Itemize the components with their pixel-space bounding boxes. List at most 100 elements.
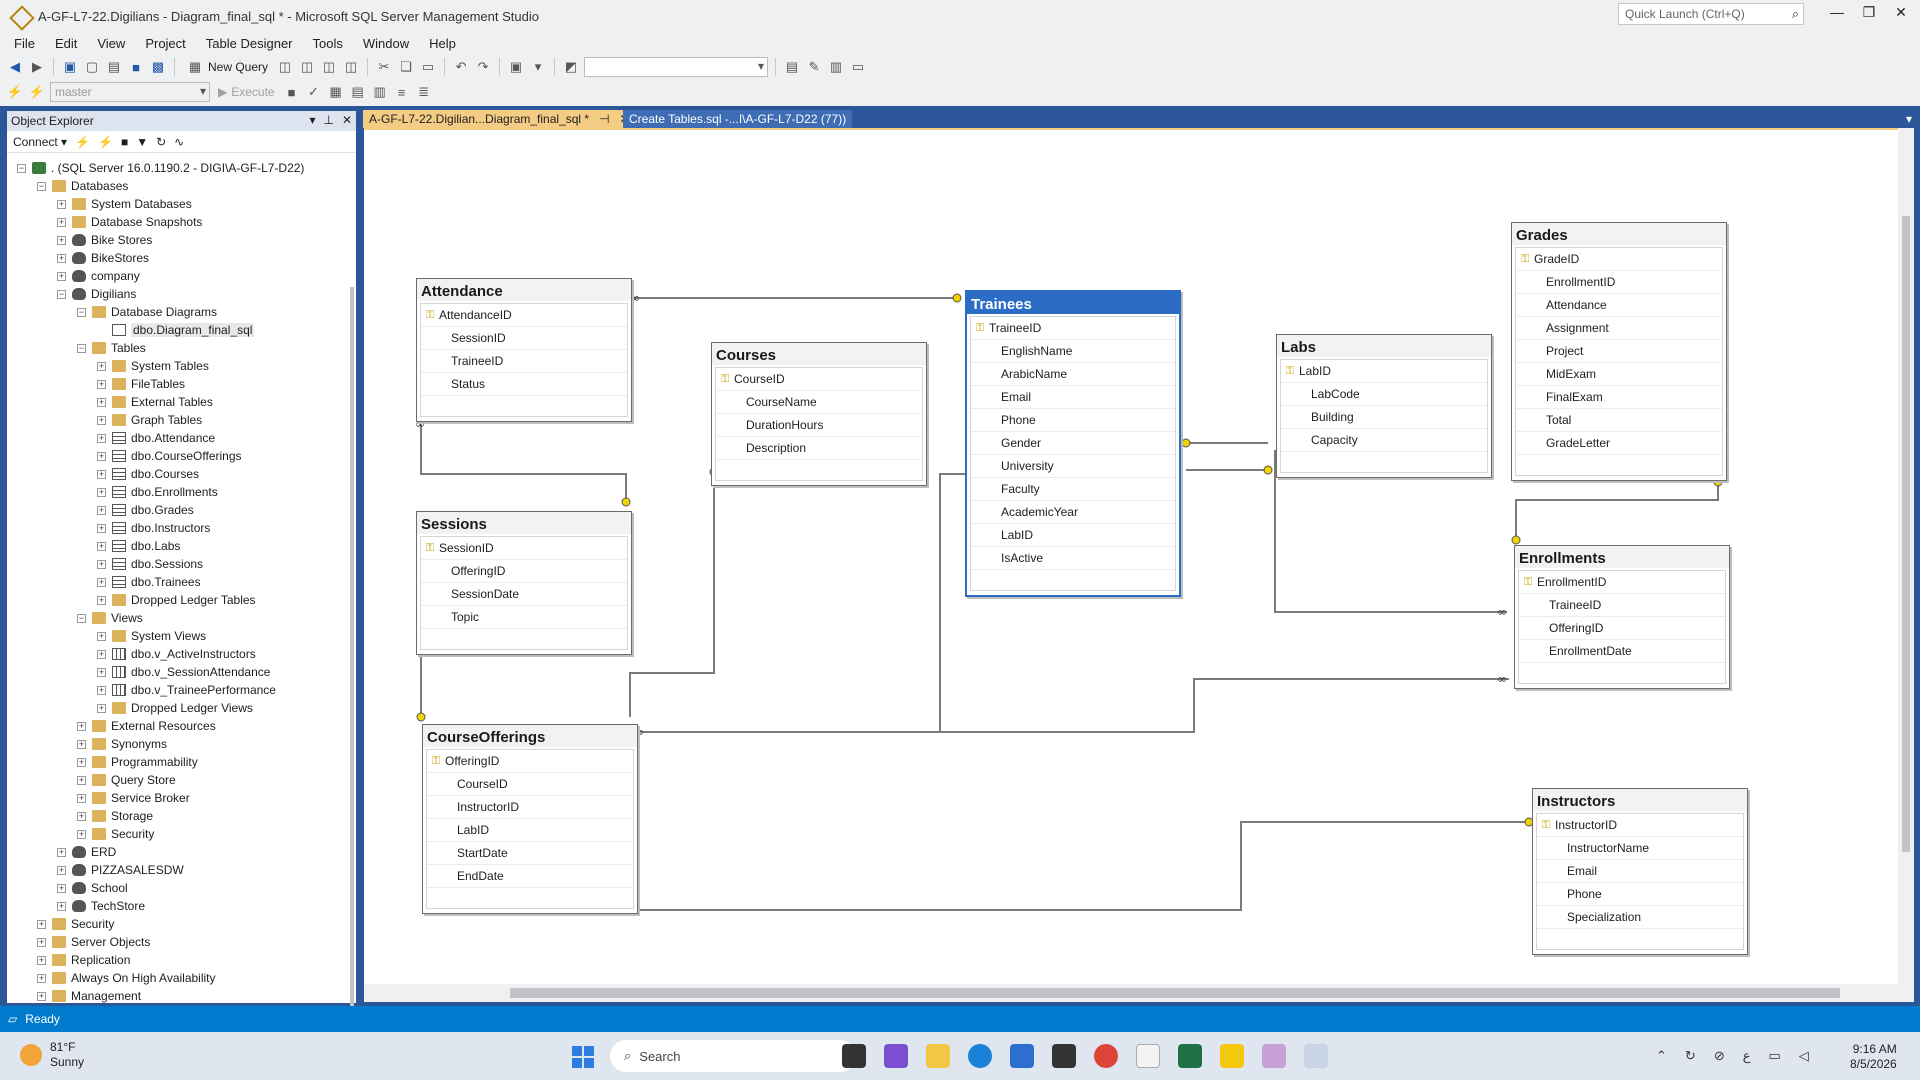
expand-icon[interactable]: + (57, 253, 66, 263)
table-grades[interactable]: Grades ⚿ GradeID EnrollmentID Attendance Assi… (1511, 222, 1727, 481)
tab-diagram[interactable]: A-GF-L7-22.Digilian...Diagram_final_sql … (363, 110, 630, 128)
expand-icon[interactable]: + (37, 973, 46, 983)
column-row[interactable]: SessionDate (421, 583, 627, 606)
menu-window[interactable]: Window (353, 36, 419, 51)
table-enrollments[interactable]: Enrollments ⚿ EnrollmentID TraineeID Offerin… (1514, 545, 1730, 689)
panel-options-icon[interactable]: ▾ (309, 113, 315, 127)
column-row[interactable]: ArabicName (971, 363, 1175, 386)
cut-icon[interactable]: ✂ (375, 58, 393, 76)
activity-icon[interactable]: ∿ (174, 135, 184, 149)
display-icon[interactable]: ▭ (1768, 1048, 1780, 1064)
expand-icon[interactable]: + (57, 199, 66, 209)
filter-icon[interactable]: ▼ (136, 135, 148, 149)
chevron-up-icon[interactable]: ⌃ (1656, 1048, 1667, 1064)
expand-icon[interactable]: + (77, 721, 86, 731)
ssms-taskbar-icon[interactable] (1262, 1044, 1286, 1068)
relationship-line[interactable] (420, 420, 627, 502)
collapse-icon[interactable]: − (57, 289, 66, 299)
excel-icon[interactable] (1178, 1044, 1202, 1068)
table-courseofferings[interactable]: CourseOfferings ⚿ OfferingID CourseID Instru… (422, 724, 638, 914)
column-row[interactable]: EndDate (427, 865, 633, 888)
tree-node[interactable]: + School (57, 879, 128, 897)
dropdown-icon[interactable]: ▾ (529, 58, 547, 76)
table-trainees[interactable]: Trainees ⚿ TraineeID EnglishName ArabicName E… (965, 290, 1181, 597)
save-all-icon[interactable]: ▩ (149, 58, 167, 76)
tree-node[interactable]: + dbo.Labs (97, 537, 180, 555)
tree-node[interactable]: − Databases (37, 177, 128, 195)
tree-node[interactable]: + dbo.v_ActiveInstructors (97, 645, 256, 663)
estimated-plan-icon[interactable]: ▦ (327, 83, 345, 101)
column-row[interactable]: LabID (427, 819, 633, 842)
table-title[interactable]: CourseOfferings (423, 725, 637, 747)
column-row[interactable]: OfferingID (421, 560, 627, 583)
tree-node[interactable]: + Synonyms (77, 735, 167, 753)
tree-node[interactable]: + dbo.Trainees (97, 573, 201, 591)
tree-node[interactable]: + dbo.CourseOfferings (97, 447, 242, 465)
expand-icon[interactable]: + (97, 379, 106, 389)
expand-icon[interactable]: + (97, 415, 106, 425)
volume-icon[interactable]: ◁ (1799, 1048, 1809, 1064)
tree-node[interactable]: + Storage (77, 807, 153, 825)
table-title[interactable]: Sessions (417, 512, 631, 534)
column-row[interactable]: ⚿ TraineeID (971, 317, 1175, 340)
tree-node[interactable]: + company (57, 267, 140, 285)
expand-icon[interactable]: + (97, 685, 106, 695)
diagram-canvas[interactable]: ∞∞∞∞∞∞∞∞ Attendance⚿AttendanceIDSessionI… (364, 128, 1898, 984)
table-title[interactable]: Courses (712, 343, 926, 365)
menu-table-designer[interactable]: Table Designer (196, 36, 303, 51)
relationship-line[interactable] (640, 473, 965, 733)
menu-tools[interactable]: Tools (303, 36, 353, 51)
template-explorer-icon[interactable]: ▤ (783, 58, 801, 76)
tree-node[interactable]: + Management (37, 987, 141, 1003)
column-row[interactable]: ⚿ SessionID (421, 537, 627, 560)
tree-node[interactable]: − Tables (77, 339, 146, 357)
sync-icon[interactable]: ↻ (1685, 1048, 1696, 1064)
tree-node[interactable]: + Programmability (77, 753, 198, 771)
table-title[interactable]: Trainees (967, 292, 1179, 314)
stop-icon[interactable]: ■ (283, 83, 301, 101)
redo-icon[interactable]: ↷ (474, 58, 492, 76)
tree-node[interactable]: + Database Snapshots (57, 213, 202, 231)
tab-create-tables[interactable]: Create Tables.sql -...I\A-GF-L7-D22 (77)… (623, 110, 853, 128)
column-row[interactable]: TraineeID (421, 350, 627, 373)
tree-node[interactable]: + Bike Stores (57, 231, 152, 249)
save-icon[interactable]: ■ (127, 58, 145, 76)
table-title[interactable]: Grades (1512, 223, 1726, 245)
close-panel-icon[interactable]: ✕ (342, 113, 352, 127)
new-project-icon[interactable]: ▣ (61, 58, 79, 76)
column-row[interactable]: Attendance (1516, 294, 1722, 317)
column-row[interactable]: Description (716, 437, 922, 460)
column-row[interactable]: TraineeID (1519, 594, 1725, 617)
column-row[interactable]: Project (1516, 340, 1722, 363)
vertical-scroll-thumb[interactable] (1902, 216, 1910, 852)
copy-icon[interactable]: ❏ (397, 58, 415, 76)
expand-icon[interactable]: + (97, 577, 106, 587)
query-dax-icon[interactable]: ◫ (342, 58, 360, 76)
new-query-button[interactable]: ▦ New Query (182, 58, 272, 76)
table-title[interactable]: Labs (1277, 335, 1491, 357)
menu-project[interactable]: Project (135, 36, 195, 51)
object-explorer-scrollbar[interactable] (350, 287, 354, 1027)
back-icon[interactable]: ◀ (6, 58, 24, 76)
uncomment-icon[interactable]: ≣ (415, 83, 433, 101)
tree-node[interactable]: + Replication (37, 951, 130, 969)
menu-edit[interactable]: Edit (45, 36, 87, 51)
column-row[interactable]: Topic (421, 606, 627, 629)
column-row[interactable]: ⚿ EnrollmentID (1519, 571, 1725, 594)
tree-node[interactable]: + Security (77, 825, 154, 843)
results-text-icon[interactable]: ▥ (371, 83, 389, 101)
column-row[interactable]: ⚿ GradeID (1516, 248, 1722, 271)
power-bi-icon[interactable] (1220, 1044, 1244, 1068)
table-courses[interactable]: Courses ⚿ CourseID CourseName DurationHours D… (711, 342, 927, 486)
column-row[interactable]: GradeLetter (1516, 432, 1722, 455)
column-row[interactable]: StartDate (427, 842, 633, 865)
taskbar-search[interactable]: ⌕ Search (610, 1040, 856, 1072)
query-dmx-icon[interactable]: ◫ (298, 58, 316, 76)
column-row[interactable]: OfferingID (1519, 617, 1725, 640)
minimize-button[interactable]: — (1824, 4, 1850, 26)
column-row[interactable]: Total (1516, 409, 1722, 432)
table-title[interactable]: Enrollments (1515, 546, 1729, 568)
expand-icon[interactable]: + (77, 739, 86, 749)
edge-icon[interactable] (968, 1044, 992, 1068)
expand-icon[interactable]: + (97, 433, 106, 443)
